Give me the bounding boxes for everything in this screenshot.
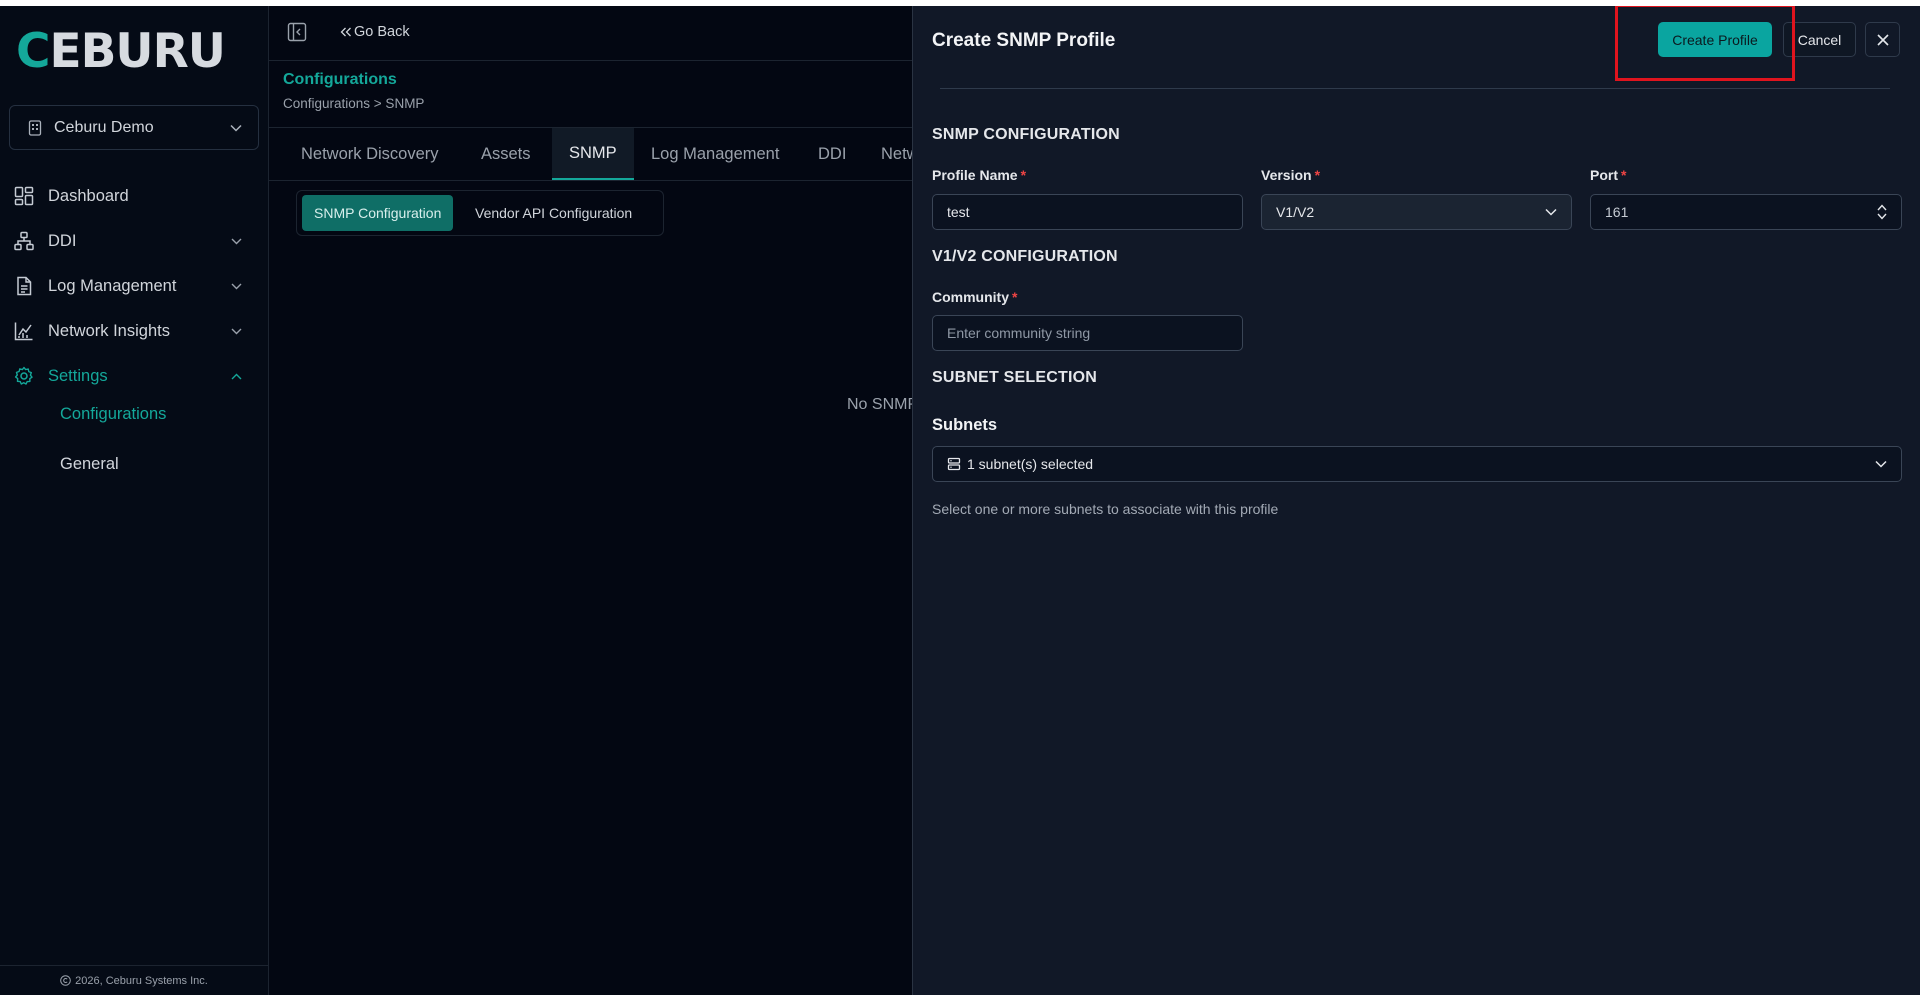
ceburu-logo: CEBURU: [16, 24, 226, 79]
profile-name-label-text: Profile Name: [932, 167, 1018, 183]
snmp-subtabs: SNMP Configuration Vendor API Configurat…: [296, 190, 664, 236]
copyright-icon: [60, 975, 71, 986]
chevron-down-icon: [1545, 208, 1557, 216]
subnets-select[interactable]: 1 subnet(s) selected: [932, 446, 1902, 482]
tab-log-management[interactable]: Log Management: [651, 128, 779, 180]
network-icon: [14, 231, 34, 251]
required-mark: *: [1012, 289, 1018, 305]
sidebar-item-label: Dashboard: [48, 186, 129, 205]
create-snmp-profile-drawer: Create SNMP Profile Create Profile Cance…: [912, 6, 1920, 995]
community-label-text: Community: [932, 289, 1009, 305]
sidebar-item-network-insights[interactable]: Network Insights: [0, 316, 268, 346]
required-mark: *: [1020, 167, 1027, 183]
chevron-down-icon: [1875, 460, 1887, 468]
dashboard-icon: [14, 186, 34, 206]
collapse-sidebar-icon[interactable]: [287, 22, 307, 42]
section-v1v2-configuration: V1/V2 CONFIGURATION: [932, 248, 1118, 265]
highlight-box: [1615, 6, 1795, 81]
copyright-footer: 2026, Ceburu Systems Inc.: [0, 965, 268, 995]
profile-name-label: Profile Name *: [932, 167, 1026, 183]
sidebar-item-ddi[interactable]: DDI: [0, 226, 268, 256]
drawer-title: Create SNMP Profile: [932, 30, 1116, 51]
version-label-text: Version: [1261, 167, 1312, 183]
subtab-vendor-api-configuration[interactable]: Vendor API Configuration: [463, 195, 644, 231]
version-label: Version *: [1261, 167, 1320, 183]
app-window: CEBURU Ceburu Demo Dashboard DDI Log Man…: [0, 6, 1920, 995]
port-label: Port *: [1590, 167, 1626, 183]
org-selector[interactable]: Ceburu Demo: [9, 105, 259, 150]
subnets-help-text: Select one or more subnets to associate …: [932, 501, 1279, 517]
close-icon: [1876, 33, 1889, 46]
empty-state-text: No SNMP: [847, 396, 919, 413]
page-title: Configurations: [283, 71, 397, 88]
subnets-value: 1 subnet(s) selected: [967, 456, 1094, 472]
sidebar: CEBURU Ceburu Demo Dashboard DDI Log Man…: [0, 6, 269, 995]
tab-network-discovery[interactable]: Network Discovery: [301, 128, 439, 180]
subtab-snmp-configuration[interactable]: SNMP Configuration: [302, 195, 454, 231]
building-icon: [28, 119, 42, 136]
sidebar-item-settings[interactable]: Settings: [0, 361, 268, 391]
community-placeholder: Enter community string: [947, 325, 1091, 341]
section-subnet-selection: SUBNET SELECTION: [932, 369, 1097, 386]
port-value: 161: [1605, 204, 1629, 220]
community-field[interactable]: Enter community string: [932, 315, 1243, 351]
close-button[interactable]: [1865, 22, 1900, 57]
copyright-text: 2026, Ceburu Systems Inc.: [75, 974, 208, 987]
required-mark: *: [1621, 167, 1627, 183]
chevron-down-icon[interactable]: [1877, 213, 1887, 220]
sidebar-item-dashboard[interactable]: Dashboard: [0, 181, 268, 211]
chevron-up-icon: [231, 373, 242, 380]
chevron-down-icon: [231, 328, 242, 335]
sidebar-item-label: Network Insights: [48, 321, 170, 340]
sidebar-subitem-general[interactable]: General: [60, 455, 119, 474]
breadcrumb: Configurations > SNMP: [283, 96, 425, 111]
sidebar-subitem-configurations[interactable]: Configurations: [60, 405, 166, 424]
chevron-down-icon: [231, 283, 242, 290]
tab-snmp[interactable]: SNMP: [552, 128, 634, 180]
chevrons-left-icon: [340, 27, 352, 37]
version-select[interactable]: V1/V2: [1261, 194, 1572, 230]
profile-name-field[interactable]: test: [932, 194, 1243, 230]
tab-ddi[interactable]: DDI: [818, 128, 846, 180]
version-value: V1/V2: [1276, 204, 1315, 220]
document-icon: [14, 276, 34, 296]
chevron-down-icon: [231, 238, 242, 245]
server-icon: [947, 457, 961, 471]
chart-icon: [14, 321, 34, 341]
port-field[interactable]: 161: [1590, 194, 1902, 230]
chevron-up-icon[interactable]: [1877, 204, 1887, 211]
divider: [940, 88, 1890, 89]
community-label: Community *: [932, 289, 1017, 305]
port-stepper[interactable]: [1877, 204, 1887, 220]
sidebar-item-log-management[interactable]: Log Management: [0, 271, 268, 301]
go-back-label: Go Back: [354, 24, 410, 40]
subnets-label: Subnets: [932, 416, 998, 434]
tab-assets[interactable]: Assets: [481, 128, 531, 180]
gear-icon: [14, 366, 34, 386]
org-name: Ceburu Demo: [54, 118, 154, 136]
sidebar-item-label: Log Management: [48, 276, 177, 295]
sidebar-item-label: Settings: [48, 366, 108, 385]
go-back-link[interactable]: Go Back: [340, 24, 410, 40]
sidebar-item-label: DDI: [48, 231, 77, 250]
port-label-text: Port: [1590, 167, 1618, 183]
profile-name-value: test: [947, 204, 970, 220]
required-mark: *: [1314, 167, 1321, 183]
chevron-down-icon: [230, 124, 242, 132]
section-snmp-configuration: SNMP CONFIGURATION: [932, 126, 1120, 143]
